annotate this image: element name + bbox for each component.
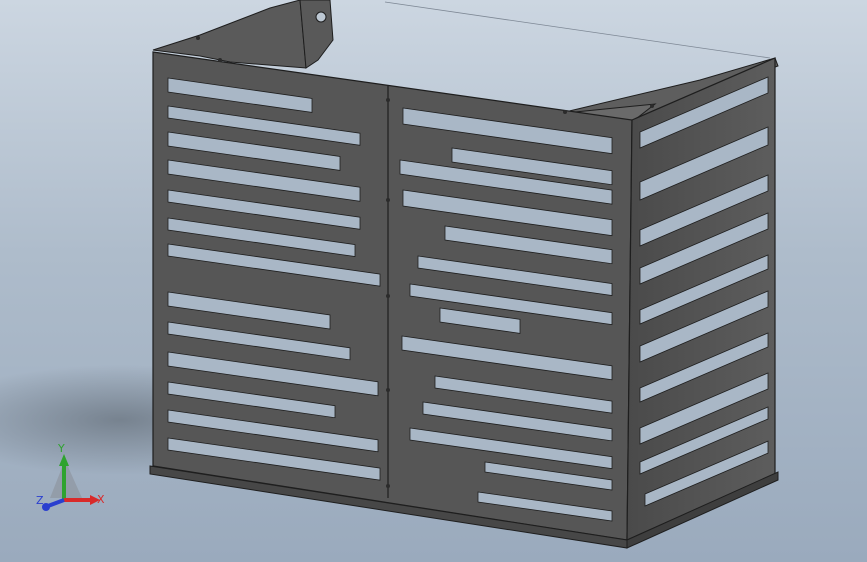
triad-y-label: Y: [58, 442, 65, 455]
model-canvas: [0, 0, 779, 549]
back-bracket: [299, 0, 334, 69]
triad-x-label: X: [97, 493, 105, 506]
rivet: [386, 484, 390, 488]
rivet: [650, 104, 654, 108]
bracket-hole: [315, 11, 327, 23]
triad-z-axis: [47, 498, 65, 508]
rivet: [218, 58, 222, 62]
triad-z-label: Z: [36, 494, 44, 507]
rivet: [386, 294, 390, 298]
sketch-line: [384, 1, 771, 59]
rivet: [386, 388, 390, 392]
rivet: [386, 198, 390, 202]
3d-model-viewport[interactable]: Y X Z: [0, 0, 867, 562]
rivet: [386, 98, 390, 102]
rivet: [196, 36, 200, 40]
rivet: [563, 110, 567, 114]
